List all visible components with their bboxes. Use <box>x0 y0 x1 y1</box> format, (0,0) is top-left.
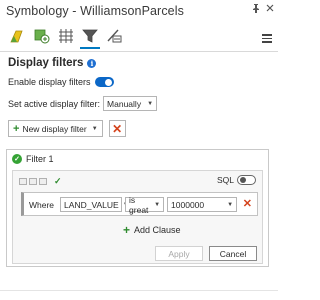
check-circle-icon: ✓ <box>12 154 22 164</box>
query-builder: ✓ SQL Where LAND_VALUE ▼ is great ▼ 1000… <box>12 170 263 264</box>
sql-label: SQL <box>216 175 234 185</box>
sql-toggle[interactable] <box>237 175 256 185</box>
verify-check-icon[interactable]: ✓ <box>54 176 62 187</box>
active-filter-row: Set active display filter: Manually ▼ <box>8 96 158 111</box>
chevron-down-icon: ▼ <box>154 201 161 208</box>
enable-filters-label: Enable display filters <box>8 77 91 87</box>
pin-icon[interactable] <box>252 4 260 15</box>
symbology-tabs <box>8 26 124 49</box>
new-display-filter-label: New display filter <box>22 123 87 134</box>
remove-clause-icon[interactable]: ✕ <box>243 197 252 210</box>
tab-symbol-layers[interactable] <box>56 26 76 46</box>
clause-remove-icon[interactable] <box>39 178 47 185</box>
clause-row: Where LAND_VALUE ▼ is great ▼ 1000000 ▼ <box>29 194 238 215</box>
symbol-layer-drawing-icon <box>107 29 122 43</box>
plus-icon: + <box>123 223 131 237</box>
operator-select[interactable]: is great ▼ <box>125 194 165 215</box>
query-tools: ✓ <box>19 176 62 187</box>
plus-icon: + <box>13 122 20 135</box>
delete-icon: ✕ <box>112 121 123 136</box>
tab-vary-symbology[interactable] <box>32 26 52 46</box>
toolbar-divider <box>0 51 278 52</box>
section-heading-label: Display filters <box>8 57 84 69</box>
add-clause-button[interactable]: + Add Clause <box>123 223 181 237</box>
title-icons <box>252 4 274 15</box>
info-icon[interactable]: i <box>87 58 97 68</box>
close-icon[interactable] <box>266 4 274 15</box>
chevron-down-icon: ▼ <box>227 201 234 208</box>
pane-menu-icon[interactable] <box>262 34 272 45</box>
tab-display-filters[interactable] <box>80 26 100 49</box>
active-filter-select[interactable]: Manually ▼ <box>103 96 158 111</box>
active-filter-label: Set active display filter: <box>8 98 101 109</box>
symbol-layers-icon <box>59 29 73 43</box>
enable-filters-row: Enable display filters <box>8 77 114 87</box>
pane-title: Symbology - WilliamsonParcels <box>6 4 184 18</box>
tab-symbol-drawing[interactable] <box>104 26 124 46</box>
tab-primary-symbology[interactable] <box>8 26 28 46</box>
display-filters-icon <box>82 29 98 43</box>
new-filter-row: + New display filter ▼ ✕ <box>8 120 126 137</box>
enable-filters-toggle[interactable] <box>94 77 114 87</box>
chevron-down-icon: ▼ <box>91 125 98 132</box>
operator-value: is great <box>129 194 149 215</box>
field-value: LAND_VALUE <box>64 199 119 210</box>
primary-symbology-icon <box>10 30 23 43</box>
cancel-button[interactable]: Cancel <box>209 246 257 261</box>
chevron-down-icon: ▼ <box>147 100 154 107</box>
bottom-divider <box>0 290 278 291</box>
filter-header[interactable]: ✓ Filter 1 <box>12 154 54 164</box>
sql-toggle-group: SQL <box>217 175 256 185</box>
where-label: Where <box>29 199 55 210</box>
new-display-filter-button[interactable]: + New display filter ▼ <box>8 120 103 137</box>
clause-group-icon[interactable] <box>19 178 27 185</box>
field-select[interactable]: LAND_VALUE ▼ <box>60 197 129 212</box>
delete-filter-button[interactable]: ✕ <box>108 120 126 137</box>
filter-actions: Apply Cancel <box>155 246 257 261</box>
section-heading: Display filters i <box>8 57 97 69</box>
value-select[interactable]: 1000000 ▼ <box>167 197 238 212</box>
where-clause: Where LAND_VALUE ▼ is great ▼ 1000000 ▼ … <box>21 192 258 216</box>
apply-button[interactable]: Apply <box>155 246 203 261</box>
filter-name: Filter 1 <box>26 154 54 164</box>
vary-symbology-icon <box>34 29 50 44</box>
value-value: 1000000 <box>171 199 205 210</box>
clause-ungroup-icon[interactable] <box>29 178 37 185</box>
title-bar: Symbology - WilliamsonParcels <box>0 0 278 22</box>
add-clause-label: Add Clause <box>134 225 181 235</box>
active-filter-value: Manually <box>107 98 142 109</box>
filter-card: ✓ Filter 1 ✓ SQL Where LAND_VALUE ▼ is g… <box>6 149 269 267</box>
